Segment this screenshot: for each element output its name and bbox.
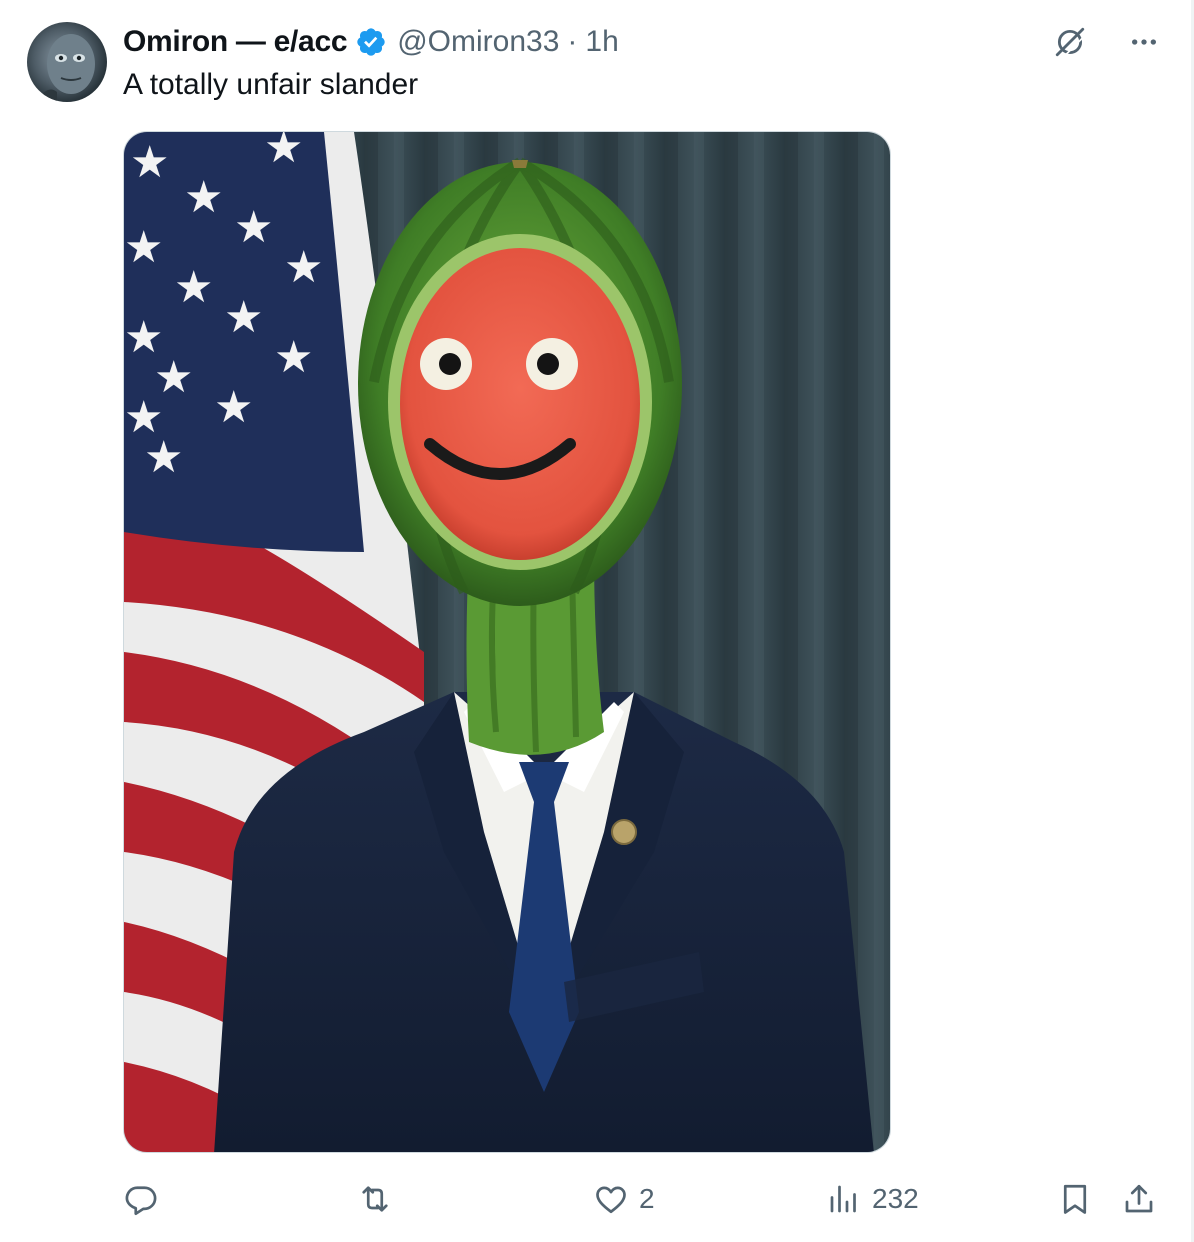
like-count: 2 xyxy=(639,1183,655,1214)
more-icon xyxy=(1132,39,1156,45)
author-name[interactable]: Omiron — e/acc xyxy=(123,25,348,59)
share-icon xyxy=(1125,1184,1153,1213)
svg-text:★: ★ xyxy=(184,172,223,223)
author-handle[interactable]: @Omiron33 xyxy=(397,25,559,59)
share-button[interactable] xyxy=(1121,1176,1157,1222)
svg-text:★: ★ xyxy=(224,292,263,343)
svg-text:★: ★ xyxy=(284,242,323,293)
repost-button[interactable] xyxy=(357,1176,403,1222)
tweet-media[interactable]: ★ ★ ★ ★ ★ ★ ★ ★ ★ ★ ★ ★ ★ ★ xyxy=(123,131,891,1153)
tweet-header: Omiron — e/acc @Omiron33 · 1h xyxy=(123,22,619,62)
timestamp[interactable]: 1h xyxy=(585,25,618,59)
avatar-image xyxy=(27,22,107,102)
bookmark-icon xyxy=(1063,1184,1087,1214)
svg-text:★: ★ xyxy=(124,392,163,443)
svg-text:★: ★ xyxy=(234,202,273,253)
repost-icon xyxy=(362,1186,388,1212)
header-actions xyxy=(1050,22,1164,62)
svg-text:★: ★ xyxy=(174,262,213,313)
svg-text:★: ★ xyxy=(274,332,313,383)
bookmark-button[interactable] xyxy=(1057,1176,1093,1222)
grok-button[interactable] xyxy=(1050,22,1090,62)
views-icon xyxy=(830,1185,856,1213)
views-count: 232 xyxy=(872,1183,919,1214)
grok-icon xyxy=(1055,27,1085,57)
verified-badge-icon[interactable] xyxy=(355,26,387,58)
svg-text:★: ★ xyxy=(130,137,169,188)
reply-button[interactable] xyxy=(123,1176,169,1222)
svg-text:★: ★ xyxy=(264,132,303,173)
like-button[interactable]: 2 xyxy=(593,1176,655,1222)
more-button[interactable] xyxy=(1124,22,1164,62)
views-button[interactable]: 232 xyxy=(826,1176,919,1222)
media-image: ★ ★ ★★ ★★ ★★ ★ ★ ★★ ★★ xyxy=(124,132,890,1152)
separator-dot: · xyxy=(567,25,578,58)
heart-icon xyxy=(596,1186,626,1214)
svg-text:★: ★ xyxy=(214,382,253,433)
svg-text:★: ★ xyxy=(124,222,163,273)
action-bar: 2 232 xyxy=(123,1176,1163,1222)
avatar[interactable] xyxy=(27,22,107,102)
reply-icon xyxy=(125,1186,157,1216)
tweet-text: A totally unfair slander xyxy=(123,68,419,101)
